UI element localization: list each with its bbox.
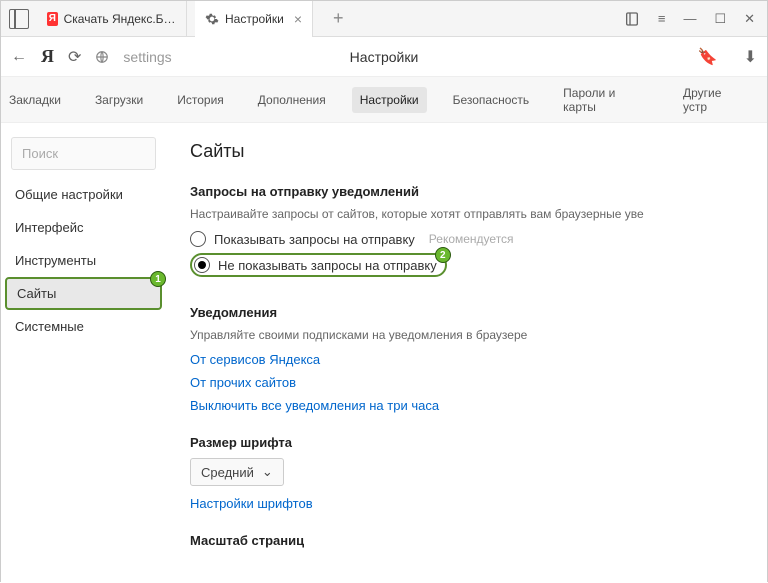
url-text[interactable]: settings	[123, 49, 171, 65]
sidebar-item-label: Сайты	[17, 286, 56, 301]
nav-passwords[interactable]: Пароли и карты	[555, 80, 657, 120]
close-icon[interactable]: ×	[294, 11, 302, 27]
titlebar: Я Скачать Яндекс.Браузер д Настройки × +…	[1, 1, 767, 37]
reload-button[interactable]: ⟳	[68, 47, 81, 67]
radio-icon-checked	[194, 257, 210, 273]
gear-icon	[205, 12, 219, 26]
chevron-down-icon: ⌄	[262, 464, 273, 480]
search-input[interactable]: Поиск	[11, 137, 156, 170]
page-title: Настройки	[350, 49, 419, 65]
minimize-button[interactable]: —	[683, 11, 696, 26]
radio-icon	[190, 231, 206, 247]
nav-settings[interactable]: Настройки	[352, 87, 427, 113]
reader-icon[interactable]	[624, 11, 640, 27]
globe-icon	[95, 50, 109, 64]
section-font-size: Размер шрифта Средний ⌄ Настройки шрифто…	[190, 435, 743, 511]
tab-title: Скачать Яндекс.Браузер д	[64, 12, 176, 26]
sidebar-item-sites[interactable]: Сайты 1	[5, 277, 162, 310]
section-title: Размер шрифта	[190, 435, 743, 450]
radio-label: Показывать запросы на отправку	[214, 232, 415, 247]
yandex-icon: Я	[47, 12, 58, 26]
section-page-zoom: Масштаб страниц	[190, 533, 743, 548]
link-disable-3h[interactable]: Выключить все уведомления на три часа	[190, 398, 743, 413]
sidebar-item-interface[interactable]: Интерфейс	[1, 211, 166, 244]
section-title: Запросы на отправку уведомлений	[190, 184, 743, 199]
nav-bookmarks[interactable]: Закладки	[1, 87, 69, 113]
tab-settings[interactable]: Настройки ×	[195, 1, 313, 37]
section-notifications: Уведомления Управляйте своими подписками…	[190, 305, 743, 413]
tab-download[interactable]: Я Скачать Яндекс.Браузер д	[37, 1, 187, 37]
radio-hide-requests[interactable]: Не показывать запросы на отправку 2	[190, 253, 447, 277]
main-panel: Сайты Запросы на отправку уведомлений На…	[166, 123, 767, 583]
dropdown-value: Средний	[201, 465, 254, 480]
new-tab-button[interactable]: +	[321, 8, 356, 29]
sidebar-item-general[interactable]: Общие настройки	[1, 178, 166, 211]
maximize-button[interactable]: ☐	[714, 11, 726, 27]
sidebar-item-system[interactable]: Системные	[1, 310, 166, 343]
settings-topnav: Закладки Загрузки История Дополнения Нас…	[1, 77, 767, 123]
font-size-dropdown[interactable]: Средний ⌄	[190, 458, 284, 486]
link-font-settings[interactable]: Настройки шрифтов	[190, 496, 743, 511]
section-desc: Управляйте своими подписками на уведомле…	[190, 328, 743, 342]
back-button[interactable]: ←	[11, 48, 27, 66]
annotation-badge-1: 1	[150, 271, 166, 287]
section-title: Уведомления	[190, 305, 743, 320]
main-heading: Сайты	[190, 141, 743, 162]
recommended-label: Рекомендуется	[429, 232, 514, 246]
link-other-sites[interactable]: От прочих сайтов	[190, 375, 743, 390]
nav-downloads[interactable]: Загрузки	[87, 87, 151, 113]
radio-label: Не показывать запросы на отправку	[218, 258, 437, 273]
close-button[interactable]: ✕	[744, 11, 755, 27]
bookmark-icon[interactable]: 🔖	[698, 47, 718, 67]
nav-addons[interactable]: Дополнения	[250, 87, 334, 113]
yandex-logo[interactable]: Я	[41, 46, 54, 67]
panel-icon[interactable]	[9, 9, 29, 29]
sidebar-item-tools[interactable]: Инструменты	[1, 244, 166, 277]
tab-title: Настройки	[225, 12, 284, 26]
section-notification-requests: Запросы на отправку уведомлений Настраив…	[190, 184, 743, 283]
download-icon[interactable]: ⬇	[744, 47, 757, 67]
section-title: Масштаб страниц	[190, 533, 743, 548]
nav-devices[interactable]: Другие устр	[675, 80, 755, 120]
nav-security[interactable]: Безопасность	[445, 87, 538, 113]
section-desc: Настраивайте запросы от сайтов, которые …	[190, 207, 743, 221]
menu-icon[interactable]: ≡	[658, 11, 666, 26]
annotation-badge-2: 2	[435, 247, 451, 263]
address-bar: ← Я ⟳ settings Настройки 🔖 ⬇	[1, 37, 767, 77]
titlebar-right: ≡ — ☐ ✕	[624, 11, 767, 27]
radio-show-requests[interactable]: Показывать запросы на отправку Рекоменду…	[190, 231, 743, 247]
sidebar: Поиск Общие настройки Интерфейс Инструме…	[1, 123, 166, 583]
titlebar-left: Я Скачать Яндекс.Браузер д Настройки × +	[1, 1, 356, 37]
content: Поиск Общие настройки Интерфейс Инструме…	[1, 123, 767, 583]
link-yandex-services[interactable]: От сервисов Яндекса	[190, 352, 743, 367]
nav-history[interactable]: История	[169, 87, 232, 113]
